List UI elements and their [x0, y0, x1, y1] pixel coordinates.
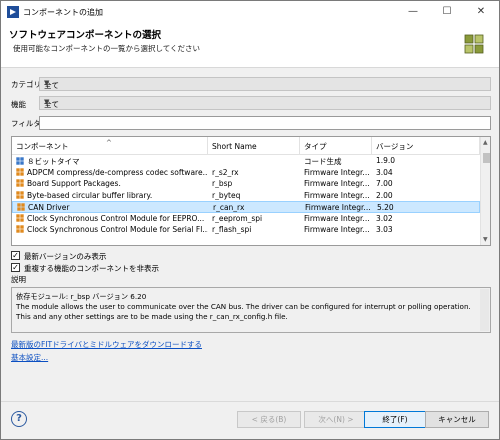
function-select[interactable]: 全て ▼	[39, 96, 491, 110]
hide-duplicates-checkbox[interactable]: ✓	[11, 263, 20, 272]
column-header-short-name[interactable]: Short Name	[208, 137, 300, 155]
component-name: Clock Synchronous Control Module for EEP…	[27, 213, 205, 223]
basic-settings-link[interactable]: 基本設定...	[11, 352, 48, 363]
table-scrollbar[interactable]: ▲ ▼	[480, 137, 490, 245]
description-scrollbar[interactable]	[480, 289, 489, 331]
table-body: ８ビットタイマ コード生成 1.9.0 ADPCM compress/de-compr…	[12, 155, 480, 236]
finish-button[interactable]: 終了(F)	[364, 411, 426, 428]
cell-type: Firmware Integr...	[304, 213, 370, 223]
scroll-up-icon[interactable]: ▲	[483, 139, 488, 146]
add-component-dialog: コンポーネントの追加 — ☐ ✕ ソフトウェアコンポーネントの選択 使用可能なコ…	[0, 0, 500, 440]
maximize-button[interactable]: ☐	[431, 1, 463, 23]
component-name: Clock Synchronous Control Module for Ser…	[27, 225, 208, 234]
cell-version: 3.03	[376, 225, 393, 234]
cell-short-name: r_can_rx	[213, 203, 245, 212]
cell-type: Firmware Integr...	[304, 225, 370, 234]
download-fit-link[interactable]: 最新版のFITドライバとミドルウェアをダウンロードする	[11, 339, 202, 350]
function-label: 機能	[11, 100, 26, 109]
component-name: Byte-based circular buffer library.	[27, 190, 153, 200]
component-wizard-icon	[464, 34, 484, 54]
cell-version: 2.00	[376, 190, 393, 200]
cell-short-name: r_bsp	[212, 179, 233, 188]
wizard-header: ソフトウェアコンポーネントの選択 使用可能なコンポーネントの一覧から選択してくだ…	[1, 23, 499, 68]
window-title: コンポーネントの追加	[23, 8, 103, 17]
cell-type: Firmware Integr...	[304, 167, 370, 177]
component-name: CAN Driver	[28, 203, 70, 212]
cell-type: Firmware Integr...	[304, 190, 370, 200]
chevron-down-icon: ▼	[44, 98, 50, 106]
description-text: This and any other settings are to be ma…	[16, 312, 288, 321]
cell-version: 3.04	[376, 167, 393, 177]
cell-version: 3.02	[376, 213, 393, 223]
latest-only-checkbox[interactable]: ✓	[11, 251, 20, 260]
module-orange-icon	[16, 167, 24, 176]
cell-version: 7.00	[376, 179, 393, 188]
footer-divider	[1, 401, 499, 402]
cell-component: CAN Driver	[17, 203, 209, 212]
module-orange-icon	[17, 203, 25, 211]
table-row[interactable]: ８ビットタイマ コード生成 1.9.0	[12, 155, 480, 167]
description-dependency: 依存モジュール: r_bsp バージョン 6.20	[16, 292, 147, 301]
scrollbar-thumb[interactable]	[483, 153, 490, 163]
module-orange-icon	[16, 190, 24, 199]
component-name: ８ビットタイマ	[27, 157, 80, 166]
table-row[interactable]: CAN Driver r_can_rx Firmware Integr... 5.20	[12, 201, 480, 213]
cancel-button[interactable]: キャンセル	[425, 411, 489, 428]
next-button[interactable]: 次へ(N) >	[304, 411, 368, 428]
filter-label: フィルタ	[11, 119, 41, 128]
cell-component: ８ビットタイマ	[16, 156, 208, 167]
cell-short-name: r_eeprom_spi	[212, 213, 263, 223]
component-table: コンポーネント ^ Short Name タイプ バージョン ８ビットタイマ コー…	[11, 136, 491, 246]
category-select[interactable]: 全て ▼	[39, 77, 491, 91]
cell-component: Clock Synchronous Control Module for Ser…	[16, 225, 208, 234]
table-row[interactable]: ADPCM compress/de-compress codec softwar…	[12, 167, 480, 179]
table-row[interactable]: Clock Synchronous Control Module for Ser…	[12, 224, 480, 236]
module-blue-icon	[16, 157, 24, 165]
description-text: The module allows the user to communicat…	[16, 302, 471, 311]
cell-version: 5.20	[377, 203, 394, 212]
scroll-down-icon[interactable]: ▼	[483, 236, 488, 243]
table-header: コンポーネント ^ Short Name タイプ バージョン	[12, 137, 480, 155]
app-icon	[7, 6, 19, 18]
chevron-down-icon: ▼	[44, 79, 50, 87]
description-label: 説明	[11, 275, 26, 284]
page-description: 使用可能なコンポーネントの一覧から選択してください	[13, 44, 201, 53]
minimize-button[interactable]: —	[397, 1, 429, 23]
cell-type: Firmware Integr...	[304, 179, 370, 188]
cell-component: Byte-based circular buffer library.	[16, 191, 208, 200]
title-bar: コンポーネントの追加 — ☐ ✕	[1, 1, 499, 23]
latest-only-label: 最新バージョンのみ表示	[24, 252, 107, 261]
back-button[interactable]: < 戻る(B)	[237, 411, 301, 428]
filter-input[interactable]	[39, 116, 491, 130]
table-row[interactable]: Clock Synchronous Control Module for EEP…	[12, 213, 480, 225]
column-header-component[interactable]: コンポーネント ^	[12, 137, 208, 155]
component-name: ADPCM compress/de-compress codec softwar…	[27, 167, 208, 177]
column-header-label: コンポーネント	[16, 142, 69, 151]
category-label: カテゴリ	[11, 80, 41, 89]
table-row[interactable]: Board Support Packages. r_bsp Firmware Int…	[12, 178, 480, 190]
cell-short-name: r_s2_rx	[212, 167, 239, 177]
cell-short-name: r_byteq	[212, 190, 241, 200]
description-box: 依存モジュール: r_bsp バージョン 6.20 The module all…	[11, 287, 491, 333]
cell-component: Clock Synchronous Control Module for EEP…	[16, 214, 208, 223]
component-name: Board Support Packages.	[27, 179, 121, 188]
column-header-version[interactable]: バージョン	[372, 137, 480, 155]
table-row[interactable]: Byte-based circular buffer library. r_byt…	[12, 190, 480, 202]
column-header-type[interactable]: タイプ	[300, 137, 372, 155]
help-icon[interactable]: ?	[11, 411, 27, 427]
cell-component: Board Support Packages.	[16, 179, 208, 188]
cell-type: コード生成	[304, 157, 342, 166]
close-button[interactable]: ✕	[465, 1, 497, 23]
page-title: ソフトウェアコンポーネントの選択	[9, 30, 162, 41]
cell-component: ADPCM compress/de-compress codec softwar…	[16, 168, 208, 177]
module-orange-icon	[16, 225, 24, 233]
sort-indicator-icon: ^	[106, 139, 112, 147]
hide-duplicates-label: 重複する機能のコンポーネントを非表示	[24, 264, 159, 273]
cell-type: Firmware Integr...	[305, 203, 371, 212]
cell-version: 1.9.0	[376, 156, 396, 165]
module-orange-icon	[16, 179, 24, 187]
cell-short-name: r_flash_spi	[212, 225, 252, 234]
module-orange-icon	[16, 213, 24, 222]
